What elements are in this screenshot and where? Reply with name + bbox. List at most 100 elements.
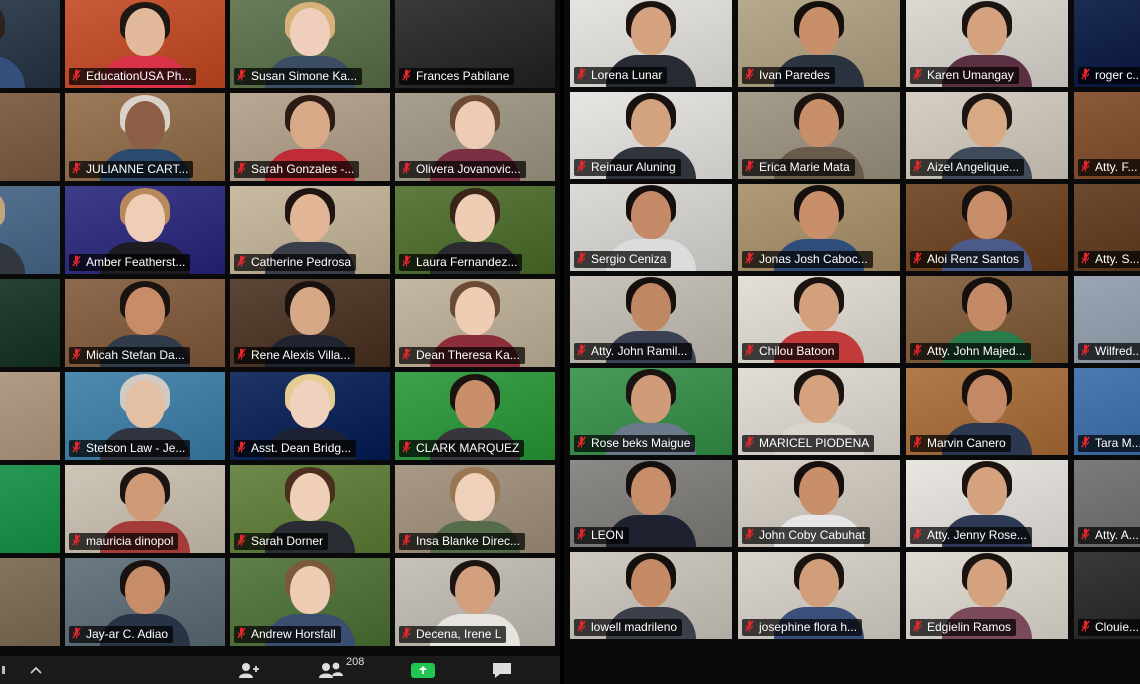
participant-name-label: LEON	[574, 527, 629, 544]
participant-tile[interactable]: Insa Blanke Direc...	[395, 465, 555, 553]
invite-participant-icon[interactable]	[236, 659, 262, 681]
participant-tile[interactable]: John Coby Cabuhat	[738, 460, 900, 547]
participant-tile[interactable]: Reinaur Aluning	[570, 92, 732, 179]
participant-name-label: Aloi Renz Santos	[910, 251, 1025, 268]
participant-name-label: Laura Fernandez...	[399, 254, 523, 271]
muted-mic-icon	[402, 255, 411, 267]
video-background	[0, 93, 60, 181]
participant-name: Ivan Paredes	[759, 68, 830, 82]
participant-tile[interactable]: Atty. S...	[1074, 184, 1140, 271]
participant-tile[interactable]: Aizel Angelique...	[906, 92, 1068, 179]
participant-tile[interactable]: ...ana	[0, 372, 60, 460]
participant-tile[interactable]: mauricia dinopol	[65, 465, 225, 553]
participant-tile[interactable]: Jay-ar C. Adiao	[65, 558, 225, 646]
chat-icon[interactable]	[490, 659, 514, 681]
participant-tile[interactable]: LEON	[570, 460, 732, 547]
participant-tile[interactable]: EducationUSA Ph...	[65, 0, 225, 88]
participant-tile[interactable]: Chilou Batoon	[738, 276, 900, 363]
muted-mic-icon	[577, 344, 586, 356]
participant-tile[interactable]: Sarah Dorner	[230, 465, 390, 553]
participant-tile[interactable]: Laura Fernandez...	[395, 186, 555, 274]
participant-tile[interactable]: Rene Alexis Villa...	[230, 279, 390, 367]
participant-name: Atty. John Majed...	[927, 344, 1026, 358]
muted-mic-icon	[402, 627, 411, 639]
participant-tile[interactable]: Edgielin Ramos	[906, 552, 1068, 639]
participant-name: Frances Pabilane	[416, 69, 510, 83]
participant-tile[interactable]: Atty. F...	[1074, 92, 1140, 179]
participant-name: Atty. A...	[1095, 528, 1139, 542]
participant-tile[interactable]: Atty. John Majed...	[906, 276, 1068, 363]
participant-tile[interactable]: Rose beks Maigue	[570, 368, 732, 455]
participant-tile[interactable]: Atty. John Ramil...	[570, 276, 732, 363]
participant-tile[interactable]: Sergio Ceniza	[570, 184, 732, 271]
participant-tile[interactable]: Atty. A...	[1074, 460, 1140, 547]
participant-name-label: MARICEL PIODENA	[742, 435, 875, 452]
participant-tile[interactable]: Clouie...	[1074, 552, 1140, 639]
participant-name: Rose beks Maigue	[591, 436, 691, 450]
participant-tile[interactable]: Stetson Law - Je...	[65, 372, 225, 460]
participant-name-label: Rene Alexis Villa...	[234, 347, 356, 364]
participant-tile[interactable]: Wilfred...	[1074, 276, 1140, 363]
participant-tile[interactable]: JULIANNE CART...	[65, 93, 225, 181]
participant-tile[interactable]: Karen Umangay	[906, 0, 1068, 87]
participant-tile[interactable]: lowell madrileno	[570, 552, 732, 639]
participant-tile[interactable]: Lorena Lunar	[570, 0, 732, 87]
participant-tile[interactable]: ...amba...	[0, 0, 60, 88]
participant-name: Atty. Jenny Rose...	[927, 528, 1027, 542]
muted-mic-icon	[577, 528, 586, 540]
participant-tile[interactable]: Sarah Gonzales -...	[230, 93, 390, 181]
participant-name: Rene Alexis Villa...	[251, 348, 351, 362]
participant-tile[interactable]	[0, 93, 60, 181]
participant-tile[interactable]: Tara M...	[1074, 368, 1140, 455]
participant-video	[0, 2, 28, 88]
participant-name-label: Olivera Jovanovic...	[399, 161, 526, 178]
participant-tile[interactable]: josephine flora h...	[738, 552, 900, 639]
participant-name-label: Atty. John Majed...	[910, 343, 1031, 360]
participant-tile[interactable]: CLARK MARQUEZ	[395, 372, 555, 460]
muted-mic-icon	[913, 620, 922, 632]
participant-tile[interactable]: Ivan Paredes	[738, 0, 900, 87]
muted-mic-icon	[72, 69, 81, 81]
participant-tile[interactable]: Catherine Pedrosa	[230, 186, 390, 274]
toolbar-edge-icon[interactable]	[2, 659, 8, 681]
participant-tile[interactable]: Jonas Josh Caboc...	[738, 184, 900, 271]
participant-name: Edgielin Ramos	[927, 620, 1012, 634]
participant-name: Sarah Gonzales -...	[251, 162, 355, 176]
participant-tile[interactable]: Amber Featherst...	[65, 186, 225, 274]
participant-tile[interactable]: Atty. Jenny Rose...	[906, 460, 1068, 547]
participant-tile[interactable]: Marvin Canero	[906, 368, 1068, 455]
muted-mic-icon	[913, 160, 922, 172]
participant-name-label: Stetson Law - Je...	[69, 440, 191, 457]
participant-tile[interactable]: Olivera Jovanovic...	[395, 93, 555, 181]
share-screen-button[interactable]	[410, 659, 436, 681]
participant-name: Decena, Irene L	[416, 627, 502, 641]
participant-name-label: Amber Featherst...	[69, 254, 191, 271]
chevron-up-icon[interactable]	[28, 659, 44, 681]
participant-tile[interactable]: Micah Stefan Da...	[65, 279, 225, 367]
participant-tile[interactable]: Dean Theresa Ka...	[395, 279, 555, 367]
participant-name: Andrew Horsfall	[251, 627, 336, 641]
participant-tile[interactable]	[0, 279, 60, 367]
participant-name-label: Micah Stefan Da...	[69, 347, 190, 364]
participant-tile[interactable]: Erica Marie Mata	[738, 92, 900, 179]
participant-tile[interactable]: roger c...	[1074, 0, 1140, 87]
participant-tile[interactable]: Aloi Renz Santos	[906, 184, 1068, 271]
participants-count: 208	[346, 656, 365, 668]
participant-name: Sarah Dorner	[251, 534, 324, 548]
participant-name: Catherine Pedrosa	[251, 255, 352, 269]
participant-tile[interactable]: Andrew Horsfall	[230, 558, 390, 646]
participant-name-label: Marvin Canero	[910, 435, 1011, 452]
participant-name: Susan Simone Ka...	[251, 69, 358, 83]
participant-name-label: Catherine Pedrosa	[234, 254, 357, 271]
participant-tile[interactable]: Asst. Dean Bridg...	[230, 372, 390, 460]
participant-tile[interactable]: ...imun...	[0, 558, 60, 646]
participant-tile[interactable]: ...ruz	[0, 465, 60, 553]
participant-tile[interactable]: MARICEL PIODENA	[738, 368, 900, 455]
participants-button[interactable]: 208	[316, 656, 364, 681]
participant-tile[interactable]: Decena, Irene L	[395, 558, 555, 646]
participant-tile[interactable]: ...U L...	[0, 186, 60, 274]
muted-mic-icon	[237, 627, 246, 639]
participant-name: Lorena Lunar	[591, 68, 663, 82]
participant-tile[interactable]: Susan Simone Ka...	[230, 0, 390, 88]
participant-tile[interactable]: Frances Pabilane	[395, 0, 555, 88]
